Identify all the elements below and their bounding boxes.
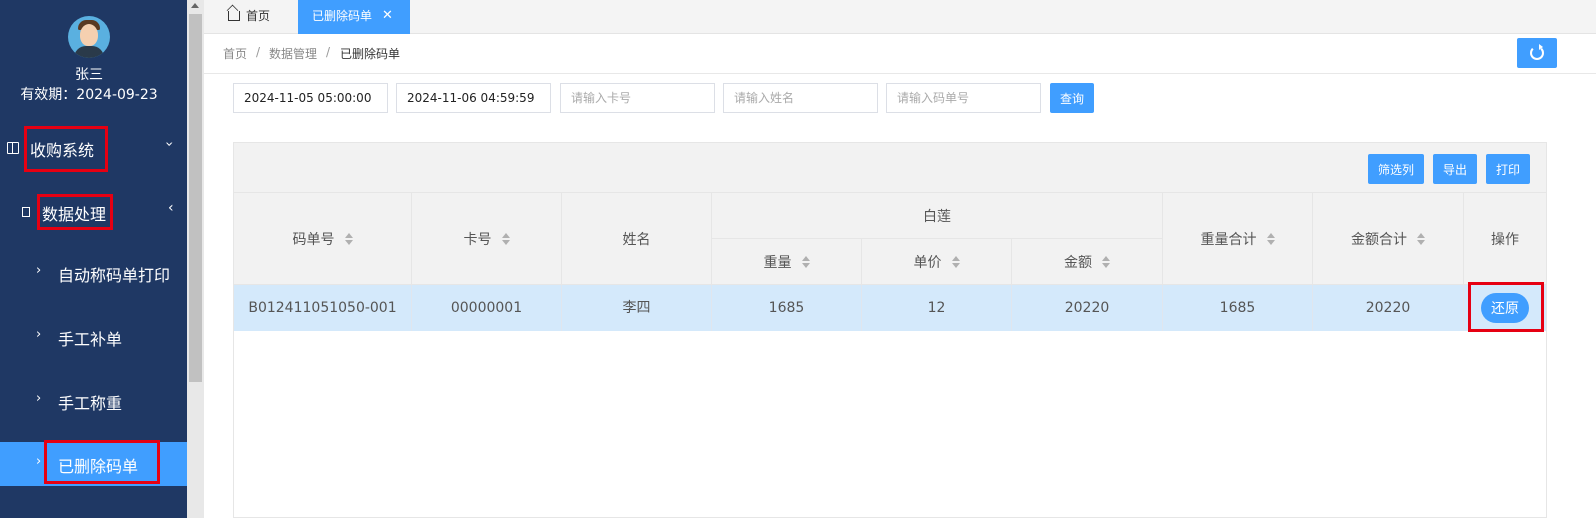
column-header-label: 操作 <box>1491 231 1519 248</box>
sidebar: 张三 有效期：2024-09-23 收购系统 › 数据处理 ‹ › 自动称码单打… <box>0 0 190 518</box>
breadcrumb-section[interactable]: 数据管理 <box>269 45 317 62</box>
column-header-order-no[interactable]: 码单号 <box>234 193 412 285</box>
sidebar-item-auto-print[interactable]: › 自动称码单打印 <box>0 251 190 295</box>
filter-columns-button[interactable]: 筛选列 <box>1368 154 1424 184</box>
end-time-input[interactable] <box>396 83 551 113</box>
column-header-total-weight[interactable]: 重量合计 <box>1163 193 1313 285</box>
table-toolbar: 筛选列 导出 打印 <box>234 143 1546 193</box>
column-header-price[interactable]: 单价 <box>862 239 1012 285</box>
sort-icon[interactable] <box>501 232 510 245</box>
breadcrumb-current: 已删除码单 <box>340 47 401 61</box>
chevron-left-icon: ‹ <box>168 200 174 216</box>
export-button[interactable]: 导出 <box>1433 154 1477 184</box>
sidebar-item-manual-order[interactable]: › 手工补单 <box>0 315 190 359</box>
column-header-label: 重量合计 <box>1200 231 1257 248</box>
table-panel: 筛选列 导出 打印 码单号 卡号 姓名 白莲 重量 单价 金额 重量合计 金额合… <box>233 142 1547 518</box>
highlight-box <box>44 440 160 484</box>
document-icon <box>22 207 30 217</box>
user-valid-until: 有效期：2024-09-23 <box>20 87 158 103</box>
column-header-label: 重量 <box>763 254 792 271</box>
start-time-input[interactable] <box>233 83 388 113</box>
refresh-icon <box>1530 44 1544 60</box>
highlight-box <box>1468 282 1544 332</box>
cell-amount: 20220 <box>1012 285 1163 331</box>
sort-icon[interactable] <box>1102 255 1110 268</box>
cell-weight: 1685 <box>712 285 862 331</box>
breadcrumb-separator: / <box>256 45 261 59</box>
refresh-button[interactable] <box>1517 38 1557 68</box>
chevron-right-icon: › <box>36 454 42 469</box>
column-header-label: 姓名 <box>622 231 651 248</box>
scrollbar-thumb[interactable] <box>189 14 202 382</box>
home-icon <box>228 11 240 21</box>
cell-price: 12 <box>862 285 1012 331</box>
sidebar-item-label: 手工补单 <box>58 330 123 349</box>
print-button[interactable]: 打印 <box>1486 154 1530 184</box>
tab-active-label: 已删除码单 <box>312 9 373 23</box>
sort-icon[interactable] <box>951 255 960 268</box>
column-header-amount[interactable]: 金额 <box>1012 239 1163 285</box>
user-name: 张三 <box>75 67 103 83</box>
cell-total-amount: 20220 <box>1313 285 1464 331</box>
sidebar-item-label: 手工称重 <box>58 394 123 413</box>
column-header-name: 姓名 <box>562 193 712 285</box>
book-icon <box>7 142 19 154</box>
breadcrumb-separator: / <box>326 45 331 59</box>
scroll-up-arrow[interactable] <box>191 3 199 8</box>
close-icon[interactable]: ✕ <box>382 0 393 32</box>
cell-name: 李四 <box>562 285 712 331</box>
cell-order-no: B012411051050-001 <box>234 285 412 331</box>
column-header-label: 单价 <box>913 254 942 271</box>
cell-card-no: 00000001 <box>412 285 562 331</box>
cell-total-weight: 1685 <box>1163 285 1313 331</box>
highlight-box <box>37 194 113 230</box>
tab-home[interactable]: 首页 <box>228 0 270 34</box>
avatar <box>68 16 110 58</box>
sort-icon[interactable] <box>801 255 810 268</box>
tab-home-label: 首页 <box>246 9 271 23</box>
tab-deleted-orders[interactable]: 已删除码单 ✕ <box>298 0 410 34</box>
column-header-card-no[interactable]: 卡号 <box>412 193 562 285</box>
column-header-weight[interactable]: 重量 <box>712 239 862 285</box>
name-input[interactable] <box>723 83 878 113</box>
card-number-input[interactable] <box>560 83 715 113</box>
column-header-label: 金额合计 <box>1351 231 1407 248</box>
sort-icon[interactable] <box>1417 232 1425 245</box>
column-header-label: 码单号 <box>292 231 335 248</box>
chevron-right-icon: › <box>36 391 42 406</box>
tab-bar: 首页 已删除码单 ✕ <box>204 0 1596 34</box>
column-header-label: 卡号 <box>463 231 492 248</box>
sort-icon[interactable] <box>1266 232 1275 245</box>
sidebar-item-manual-weigh[interactable]: › 手工称重 <box>0 379 190 423</box>
chevron-right-icon: › <box>36 327 42 342</box>
column-header-action: 操作 <box>1464 193 1546 285</box>
order-number-input[interactable] <box>886 83 1041 113</box>
breadcrumb: 首页 / 数据管理 / 已删除码单 <box>204 34 1596 74</box>
sidebar-item-label: 自动称码单打印 <box>58 266 171 285</box>
column-header-label: 金额 <box>1064 254 1092 271</box>
breadcrumb-home[interactable]: 首页 <box>223 45 247 62</box>
sort-icon[interactable] <box>344 232 353 245</box>
column-group-header: 白莲 <box>712 193 1163 239</box>
column-header-total-amount[interactable]: 金额合计 <box>1313 193 1464 285</box>
column-header-label: 白莲 <box>923 208 951 225</box>
highlight-box <box>24 126 108 172</box>
chevron-down-icon: › <box>160 141 177 147</box>
chevron-right-icon: › <box>36 263 42 278</box>
table-row[interactable]: B012411051050-001 00000001 李四 1685 12 20… <box>234 285 1546 331</box>
query-button[interactable]: 查询 <box>1050 83 1094 113</box>
